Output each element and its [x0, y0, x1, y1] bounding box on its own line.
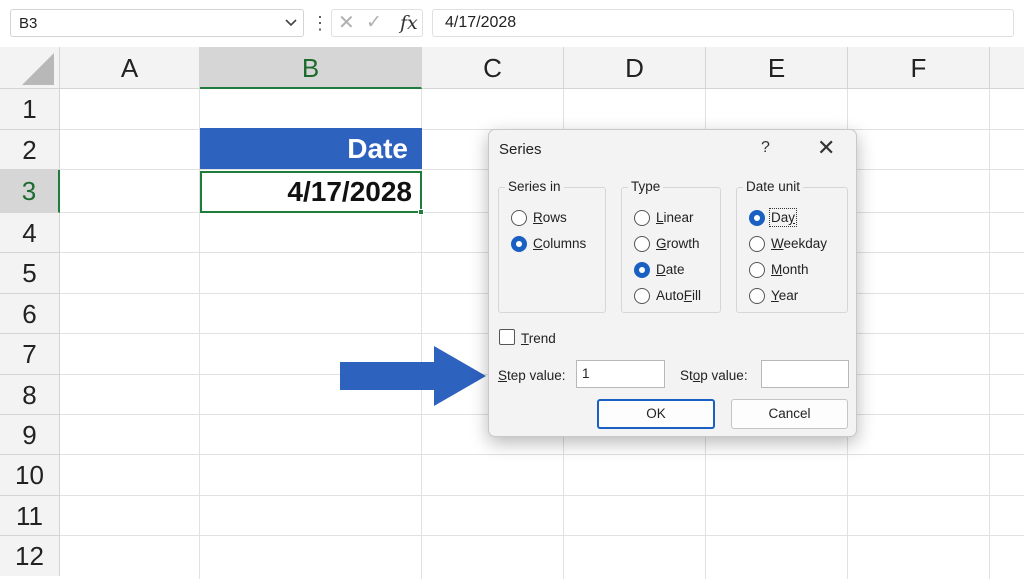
- radio-year-label: Year: [771, 288, 799, 303]
- radio-date-icon: [634, 262, 650, 278]
- date-unit-group: Date unit Day Weekday Month Year: [736, 179, 848, 313]
- radio-month-label: Month: [771, 262, 809, 277]
- column-header-e[interactable]: E: [706, 47, 848, 89]
- column-header-f[interactable]: F: [848, 47, 990, 89]
- row-header-4[interactable]: 4: [0, 213, 60, 253]
- radio-growth-icon: [634, 236, 650, 252]
- name-box-value: B3: [19, 15, 38, 32]
- column-header-d[interactable]: D: [564, 47, 706, 89]
- ok-button[interactable]: OK: [597, 399, 715, 429]
- row-header-3[interactable]: 3: [0, 170, 60, 213]
- more-options-icon[interactable]: ⋮: [311, 9, 329, 37]
- step-value-label: Step value:: [498, 368, 566, 383]
- radio-autofill-icon: [634, 288, 650, 304]
- row-header-8[interactable]: 8: [0, 375, 60, 415]
- column-header-partial[interactable]: [990, 47, 1024, 89]
- series-in-title: Series in: [505, 179, 564, 194]
- row-header-5[interactable]: 5: [0, 253, 60, 294]
- row-header-11[interactable]: 11: [0, 496, 60, 536]
- radio-rows-icon: [511, 210, 527, 226]
- select-all-corner[interactable]: [0, 47, 60, 89]
- row-header-1[interactable]: 1: [0, 89, 60, 130]
- select-all-triangle-icon: [22, 53, 54, 85]
- name-box[interactable]: B3: [10, 9, 304, 37]
- type-title: Type: [628, 179, 664, 194]
- step-value-text: 1: [582, 366, 590, 381]
- cell-b2-date-header[interactable]: Date: [200, 128, 422, 169]
- cancel-entry-icon[interactable]: ✕: [338, 10, 355, 36]
- insert-function-icon[interactable]: fx: [400, 10, 418, 36]
- fill-handle[interactable]: [418, 209, 424, 215]
- right-arrow-icon: [340, 346, 486, 406]
- formula-input[interactable]: 4/17/2028: [432, 9, 1014, 37]
- chevron-down-icon[interactable]: [283, 12, 299, 37]
- formula-buttons: ✕ ✓ fx: [331, 9, 423, 37]
- formula-text: 4/17/2028: [445, 14, 517, 31]
- close-icon[interactable]: ✕: [817, 135, 835, 161]
- trend-label: Trend: [521, 331, 556, 346]
- radio-year-icon: [749, 288, 765, 304]
- date-unit-title: Date unit: [743, 179, 804, 194]
- type-group: Type Linear Growth Date AutoFill: [621, 179, 721, 313]
- radio-rows-label: Rows: [533, 210, 567, 225]
- radio-growth-label: Growth: [656, 236, 700, 251]
- help-icon[interactable]: ?: [761, 139, 770, 157]
- cancel-button[interactable]: Cancel: [731, 399, 848, 429]
- series-in-group: Series in Rows Columns: [498, 179, 606, 313]
- stop-value-label: Stop value:: [680, 368, 748, 383]
- stop-value-input[interactable]: [761, 360, 849, 388]
- row-header-2[interactable]: 2: [0, 130, 60, 170]
- row-header-12[interactable]: 12: [0, 536, 60, 576]
- cell-b3-active[interactable]: 4/17/2028: [200, 171, 422, 213]
- trend-checkbox[interactable]: [499, 329, 515, 345]
- radio-date-label: Date: [656, 262, 685, 277]
- radio-weekday-label: Weekday: [771, 236, 828, 251]
- column-header-a[interactable]: A: [60, 47, 200, 89]
- step-value-input[interactable]: 1: [576, 360, 665, 388]
- formula-bar: B3 ⋮ ✕ ✓ fx 4/17/2028: [0, 0, 1024, 47]
- dialog-title: Series: [499, 141, 542, 158]
- column-header-b[interactable]: B: [200, 47, 422, 89]
- series-dialog: Series ? ✕ Series in Rows Columns Type L…: [488, 129, 857, 437]
- radio-linear-icon: [634, 210, 650, 226]
- row-header-9[interactable]: 9: [0, 415, 60, 455]
- enter-check-icon[interactable]: ✓: [366, 10, 382, 36]
- row-header-10[interactable]: 10: [0, 455, 60, 496]
- column-header-c[interactable]: C: [422, 47, 564, 89]
- row-header-7[interactable]: 7: [0, 334, 60, 375]
- radio-columns-icon: [511, 236, 527, 252]
- row-header-6[interactable]: 6: [0, 294, 60, 334]
- radio-columns-label: Columns: [533, 236, 587, 251]
- radio-month-icon: [749, 262, 765, 278]
- radio-day-icon: [749, 210, 765, 226]
- radio-weekday-icon: [749, 236, 765, 252]
- radio-linear-label: Linear: [656, 210, 694, 225]
- radio-day-label: Day: [768, 208, 798, 227]
- radio-autofill-label: AutoFill: [656, 288, 702, 303]
